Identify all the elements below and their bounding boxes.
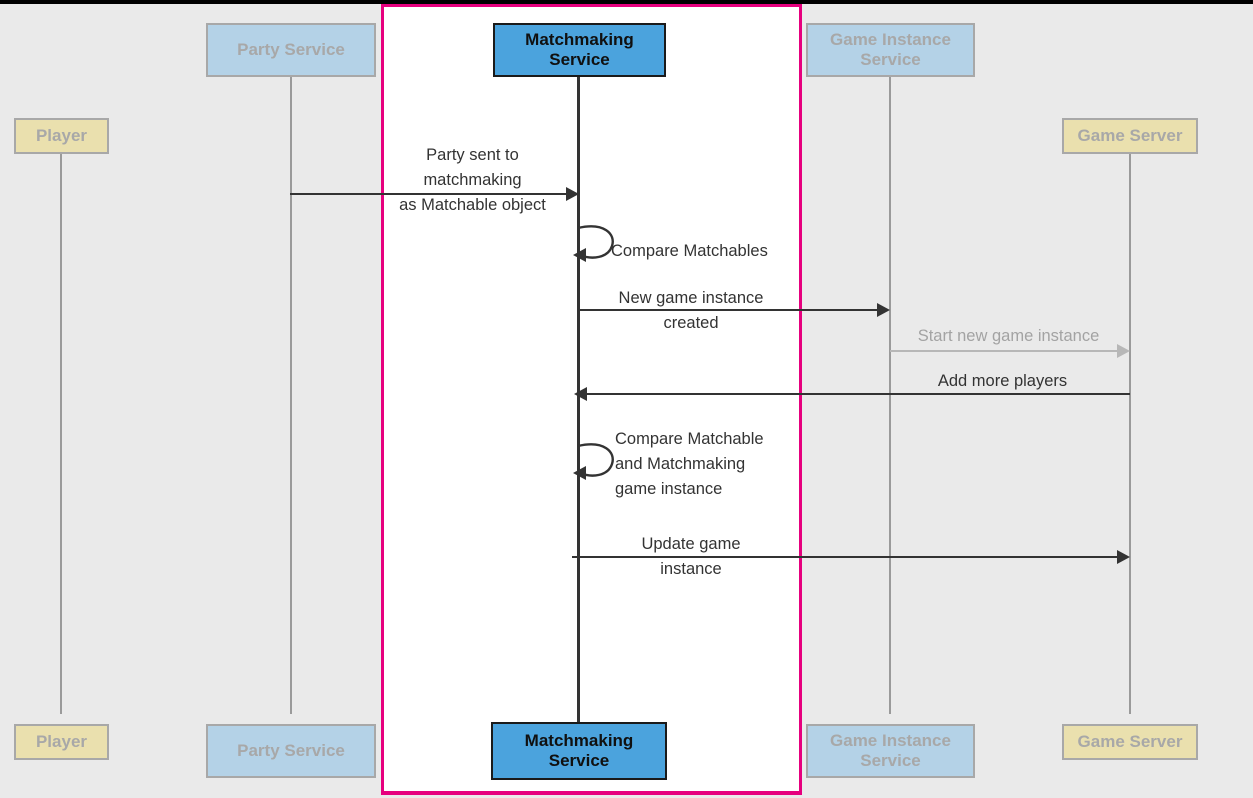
participant-label-line1: Matchmaking [525, 29, 634, 49]
message-arrowhead-add-more-players [574, 387, 587, 401]
message-label-update-game-instance: Update game instance [641, 535, 741, 579]
lifeline-game-server [1129, 154, 1131, 714]
participant-label-line2: Service [860, 751, 921, 770]
participant-label: Game Server [1077, 125, 1183, 145]
participant-bottom-game-server[interactable]: Game Server [1062, 724, 1198, 760]
sequence-diagram-canvas: Player Party Service Matchmaking Service… [0, 0, 1253, 798]
participant-top-matchmaking-service[interactable]: Matchmaking Service [493, 23, 666, 77]
message-label-add-more-players: Add more players [937, 372, 1068, 390]
participant-top-game-instance-service[interactable]: Game Instance Service [806, 23, 975, 77]
participant-top-game-server[interactable]: Game Server [1062, 118, 1198, 154]
matchmaking-service-highlight-region [381, 4, 802, 795]
participant-label: Game Server [1077, 731, 1183, 751]
participant-label-line1: Matchmaking [524, 730, 634, 750]
message-label-compare-matchables: Compare Matchables [611, 242, 768, 260]
lifeline-party-service [290, 76, 292, 714]
message-label-start-new-game-instance: Start new game instance [917, 327, 1100, 345]
participant-bottom-matchmaking-service[interactable]: Matchmaking Service [491, 722, 667, 780]
participant-label-line1: Game Instance [830, 730, 951, 750]
participant-label: Player [35, 125, 88, 145]
message-arrowhead-new-game-instance-created [877, 303, 890, 317]
participant-label-line2: Service [548, 751, 610, 770]
message-line-start-new-game-instance[interactable] [890, 350, 1118, 352]
participant-label-line1: Game Instance [830, 29, 951, 49]
participant-bottom-party-service[interactable]: Party Service [206, 724, 376, 778]
participant-bottom-game-instance-service[interactable]: Game Instance Service [806, 724, 975, 778]
lifeline-player [60, 154, 62, 714]
lifeline-game-instance-service [889, 76, 891, 714]
participant-label-line2: Service [860, 50, 921, 69]
participant-top-party-service[interactable]: Party Service [206, 23, 376, 77]
participant-label: Player [35, 731, 88, 751]
participant-bottom-player[interactable]: Player [14, 724, 109, 760]
participant-label-line2: Service [549, 50, 610, 69]
message-label-party-sent-to-matchmaking: Party sent to matchmaking as Matchable o… [399, 146, 546, 215]
participant-label: Party Service [237, 39, 345, 59]
participant-top-player[interactable]: Player [14, 118, 109, 154]
message-label-new-game-instance-created: New game instance created [618, 289, 764, 333]
participant-label: Party Service [237, 740, 345, 760]
message-arrowhead-update-game-instance [1117, 550, 1130, 564]
top-black-bar [0, 0, 1253, 4]
message-label-compare-matchable-and-matchmaking: Compare Matchable and Matchmaking game i… [615, 430, 764, 499]
